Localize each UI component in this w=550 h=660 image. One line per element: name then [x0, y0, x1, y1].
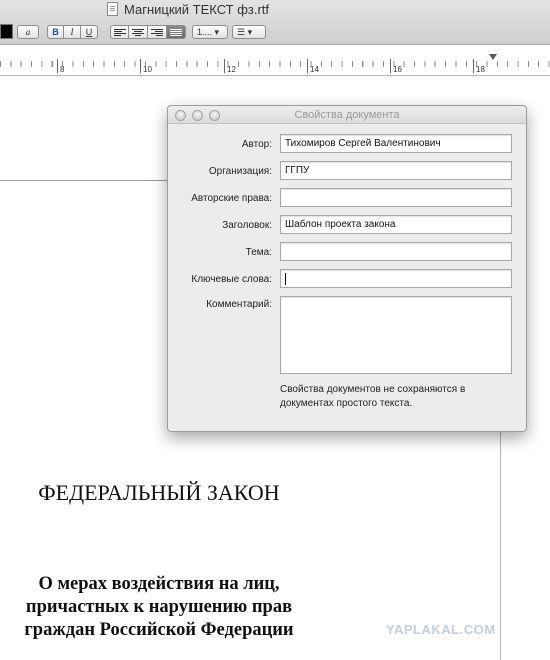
align-justify-button[interactable]	[167, 25, 186, 39]
ruler-major-tick	[473, 59, 474, 73]
list-style-dropdown[interactable]: ☰ ▾	[232, 25, 266, 39]
ruler[interactable]: 8 10 12 14 16 18	[0, 52, 550, 76]
subtitle-line: граждан Российской Федерации	[24, 620, 294, 640]
keywords-field[interactable]	[280, 269, 512, 288]
subtitle-line: причастных к нарушению прав	[25, 597, 293, 617]
ruler-label: 10	[143, 65, 152, 74]
right-tab-marker[interactable]	[489, 54, 497, 60]
text-style-group: B I U	[47, 25, 98, 39]
author-field[interactable]: Тихомиров Сергей Валентинович	[280, 134, 512, 153]
italic-button[interactable]: I	[64, 25, 81, 39]
title-label: Заголовок:	[222, 220, 272, 231]
alignment-group	[110, 25, 186, 39]
page-margin-line	[500, 432, 501, 660]
comment-label: Комментарий:	[206, 299, 272, 310]
panel-titlebar[interactable]: Свойства документа	[168, 106, 526, 124]
comment-textarea[interactable]	[280, 296, 512, 374]
page-margin-line	[0, 180, 168, 181]
window-title: Магницкий ТЕКСТ фз.rtf	[124, 2, 270, 17]
ruler-major-tick	[57, 59, 58, 73]
subject-field[interactable]	[280, 242, 512, 261]
subject-label: Тема:	[245, 247, 272, 258]
text-caret	[285, 273, 286, 285]
bold-button[interactable]: B	[47, 25, 64, 39]
align-justify-icon	[170, 29, 182, 36]
ruler-label: 16	[393, 65, 402, 74]
ruler-label: 12	[227, 65, 236, 74]
underline-button[interactable]: U	[81, 25, 98, 39]
document-heading[interactable]: ФЕДЕРАЛЬНЫЙ ЗАКОН	[0, 480, 318, 506]
window-chrome: Магницкий ТЕКСТ фз.rtf a B I U 1.... ▾ ☰…	[0, 0, 550, 45]
document-icon	[107, 2, 118, 16]
keywords-label: Ключевые слова:	[191, 274, 272, 285]
align-center-button[interactable]	[129, 25, 148, 39]
copyright-label: Авторские права:	[191, 193, 272, 204]
ruler-label: 8	[60, 65, 65, 74]
text-color-well[interactable]	[0, 24, 13, 39]
author-label: Автор:	[241, 139, 272, 150]
watermark-logo: YAPLAKAL.COM	[386, 622, 496, 637]
document-subtitle[interactable]: О мерах воздействия на лиц, причастных к…	[0, 573, 318, 642]
ruler-ticks	[0, 61, 550, 67]
ruler-major-tick	[390, 59, 391, 73]
copyright-field[interactable]	[280, 188, 512, 207]
align-left-button[interactable]	[110, 25, 129, 39]
align-center-icon	[132, 29, 144, 36]
ruler-label: 18	[476, 65, 485, 74]
organization-field[interactable]: ГГПУ	[280, 161, 512, 180]
line-spacing-dropdown[interactable]: 1.... ▾	[192, 25, 228, 39]
ruler-major-tick	[224, 59, 225, 73]
organization-label: Организация:	[208, 166, 272, 177]
align-right-button[interactable]	[148, 25, 167, 39]
ruler-major-tick	[307, 59, 308, 73]
font-color-button[interactable]: a	[17, 25, 39, 39]
document-properties-panel: Свойства документа Автор: Тихомиров Серг…	[167, 105, 527, 432]
align-left-icon	[114, 29, 126, 36]
ruler-major-tick	[140, 59, 141, 73]
properties-note: Свойства документов не сохраняются в док…	[280, 384, 466, 409]
panel-title: Свойства документа	[294, 109, 400, 121]
subtitle-line: О мерах воздействия на лиц,	[38, 574, 280, 594]
ruler-label: 14	[310, 65, 319, 74]
align-right-icon	[151, 29, 163, 36]
title-field[interactable]: Шаблон проекта закона	[280, 215, 512, 234]
